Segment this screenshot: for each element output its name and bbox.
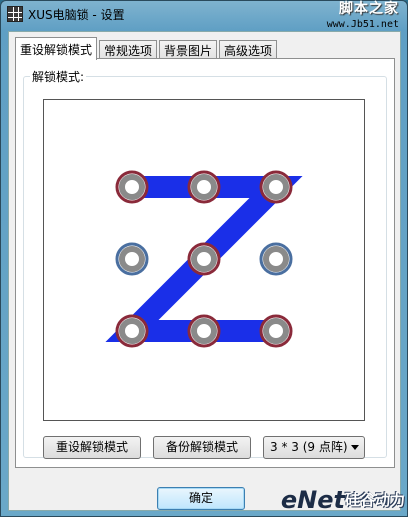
window-title: XUS电脑锁 - 设置 xyxy=(28,8,125,22)
tab-general-options[interactable]: 常规选项 xyxy=(99,40,158,59)
pattern-node-6[interactable] xyxy=(263,246,289,272)
title-bar[interactable]: XUS电脑锁 - 设置 脚本之家 www.Jb51.net xyxy=(1,1,407,30)
pattern-svg xyxy=(105,170,303,348)
watermark-enet: eNet xyxy=(280,486,345,514)
pattern-node-1[interactable] xyxy=(119,174,145,200)
watermark-jb51: 脚本之家 www.Jb51.net xyxy=(327,2,399,32)
pattern-node-7[interactable] xyxy=(119,318,145,344)
app-grid-icon xyxy=(7,6,23,22)
reset-unlock-mode-button[interactable]: 重设解锁模式 xyxy=(43,436,141,459)
backup-unlock-mode-button[interactable]: 备份解锁模式 xyxy=(153,436,251,459)
ok-button[interactable]: 确定 xyxy=(157,487,245,510)
watermark-enet-cn: 硅谷动力 xyxy=(344,491,405,509)
watermark-line2: www.Jb51.net xyxy=(326,19,399,30)
tab-advanced-options[interactable]: 高级选项 xyxy=(219,40,278,59)
pattern-node-3[interactable] xyxy=(263,174,289,200)
unlock-mode-label: 解锁模式: xyxy=(30,68,87,85)
tab-background-image[interactable]: 背景图片 xyxy=(159,40,218,59)
watermark-line1: 脚本之家 xyxy=(339,1,399,17)
pattern-node-9[interactable] xyxy=(263,318,289,344)
pattern-node-5[interactable] xyxy=(191,246,217,272)
tab-panel-reset: 解锁模式: 重设解锁模式 备份解锁模式 3 * 3 (9 点阵) xyxy=(15,58,395,468)
grid-size-select[interactable]: 3 * 3 (9 点阵) xyxy=(263,436,365,459)
pattern-node-8[interactable] xyxy=(191,318,217,344)
pattern-node-2[interactable] xyxy=(191,174,217,200)
pattern-node-4[interactable] xyxy=(119,246,145,272)
chevron-down-icon xyxy=(351,445,359,450)
client-area: 重设解锁模式 常规选项 背景图片 高级选项 解锁模式: 重设解锁模式 备份解锁模… xyxy=(8,31,401,511)
grid-size-value: 3 * 3 (9 点阵) xyxy=(270,440,348,454)
tab-reset-unlock-mode[interactable]: 重设解锁模式 xyxy=(15,37,98,60)
pattern-lock-canvas[interactable] xyxy=(43,99,365,421)
settings-window: XUS电脑锁 - 设置 脚本之家 www.Jb51.net 重设解锁模式 常规选… xyxy=(0,0,408,517)
